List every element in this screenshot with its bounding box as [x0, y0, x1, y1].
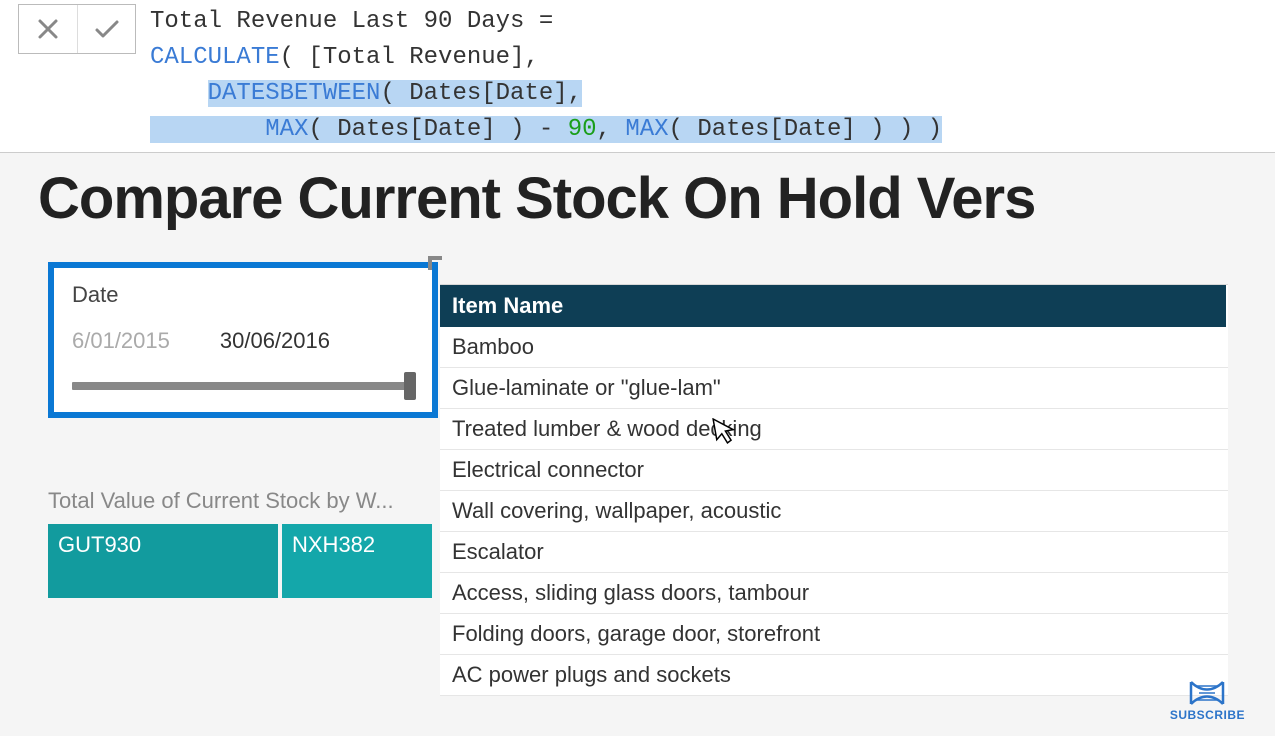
slicer-slider-track[interactable] [72, 382, 414, 390]
item-table[interactable]: Item Name Bamboo Glue-laminate or "glue-… [440, 284, 1228, 696]
formula-fn-datesbetween: DATESBETWEEN [208, 80, 381, 107]
table-row[interactable]: AC power plugs and sockets [440, 655, 1228, 696]
confirm-button[interactable] [77, 5, 135, 53]
table-row[interactable]: Electrical connector [440, 450, 1228, 491]
treemap-tile[interactable]: GUT930 [48, 524, 278, 598]
subscribe-badge[interactable]: SUBSCRIBE [1170, 680, 1245, 722]
formula-line-3-rest: ( Dates[Date], [380, 80, 582, 107]
slicer-end-date[interactable]: 30/06/2016 [220, 328, 330, 354]
formula-line-1: Total Revenue Last 90 Days = [150, 8, 553, 35]
formula-fn-max-2: MAX [625, 116, 668, 143]
page-title: Compare Current Stock On Hold Vers [0, 165, 1275, 262]
formula-editor[interactable]: Total Revenue Last 90 Days = CALCULATE( … [144, 0, 1275, 152]
table-row[interactable]: Access, sliding glass doors, tambour [440, 573, 1228, 614]
formula-line-4-mid: ( Dates[Date] ) - [308, 116, 567, 143]
formula-num-90: 90 [568, 116, 597, 143]
treemap-title: Total Value of Current Stock by W... [48, 488, 418, 514]
cancel-button[interactable] [19, 5, 77, 53]
slicer-slider-handle[interactable] [404, 372, 416, 400]
formula-actions [18, 4, 136, 54]
table-row[interactable]: Treated lumber & wood decking [440, 409, 1228, 450]
table-row[interactable]: Bamboo [440, 327, 1228, 368]
treemap-tile[interactable]: NXH382 [282, 524, 432, 598]
table-row[interactable]: Escalator [440, 532, 1228, 573]
slicer-start-date[interactable]: 6/01/2015 [72, 328, 170, 354]
formula-fn-calculate: CALCULATE [150, 44, 280, 71]
table-row[interactable]: Glue-laminate or "glue-lam" [440, 368, 1228, 409]
formula-line-2-rest: ( [Total Revenue], [280, 44, 539, 71]
dna-icon [1187, 680, 1227, 706]
date-slicer[interactable]: Date 6/01/2015 30/06/2016 [48, 262, 438, 418]
slicer-label: Date [72, 282, 414, 308]
table-row[interactable]: Folding doors, garage door, storefront [440, 614, 1228, 655]
table-header-item-name[interactable]: Item Name [440, 285, 1228, 327]
subscribe-label: SUBSCRIBE [1170, 708, 1245, 722]
treemap-visual[interactable]: Total Value of Current Stock by W... GUT… [48, 488, 440, 598]
formula-bar: Total Revenue Last 90 Days = CALCULATE( … [0, 0, 1275, 153]
formula-line-4-end: ( Dates[Date] ) ) ) [669, 116, 943, 143]
formula-line-4-sep: , [597, 116, 626, 143]
table-row[interactable]: Wall covering, wallpaper, acoustic [440, 491, 1228, 532]
report-canvas: Compare Current Stock On Hold Vers Date … [0, 153, 1275, 696]
formula-fn-max-1: MAX [265, 116, 308, 143]
